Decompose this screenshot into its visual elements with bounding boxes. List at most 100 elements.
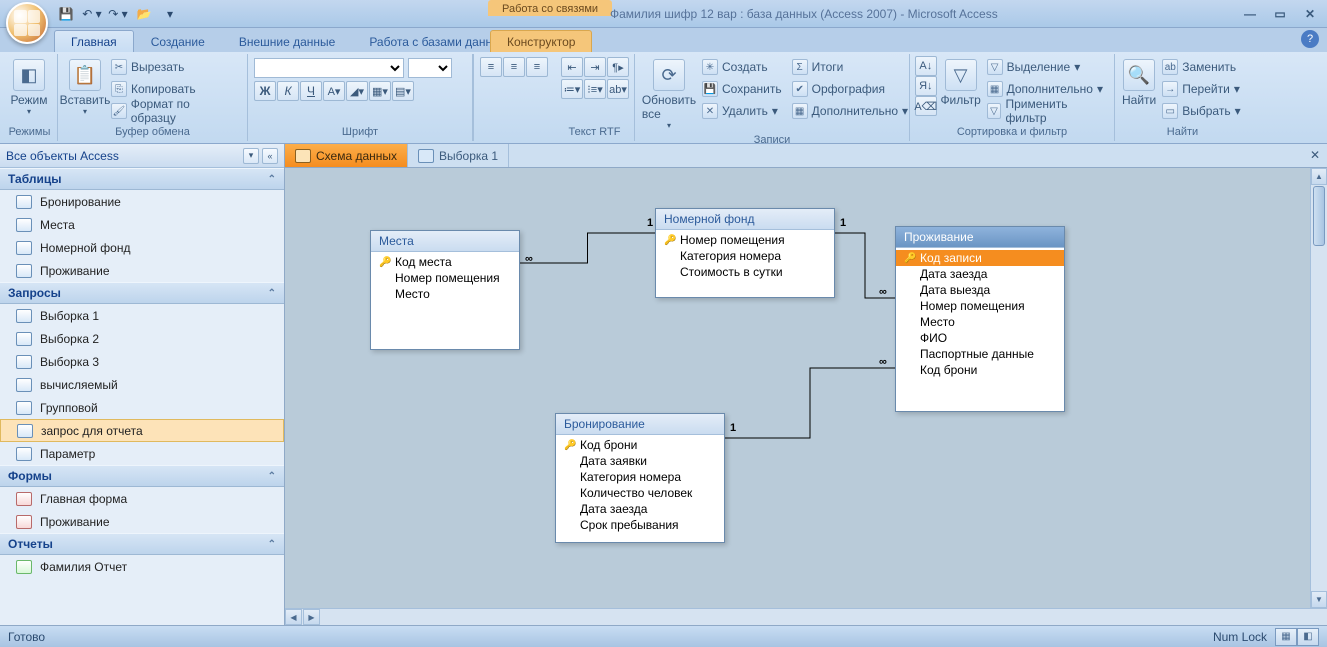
select-button[interactable]: ▭Выбрать ▾ bbox=[1159, 100, 1247, 122]
scroll-up-icon[interactable]: ▲ bbox=[1311, 168, 1327, 185]
bold-button[interactable]: Ж bbox=[254, 81, 276, 101]
scroll-thumb[interactable] bbox=[1313, 186, 1325, 246]
entity-field[interactable]: Номер помещения bbox=[896, 298, 1064, 314]
nav-item[interactable]: Проживание bbox=[0, 259, 284, 282]
entity-field[interactable]: Стоимость в сутки bbox=[656, 264, 834, 280]
format-painter-button[interactable]: 🖌Формат по образцу bbox=[108, 100, 243, 122]
ltr-button[interactable]: ¶▸ bbox=[607, 57, 629, 77]
numbering-button[interactable]: ⁝≡▾ bbox=[584, 79, 606, 99]
entity-field[interactable]: Категория номера bbox=[556, 469, 724, 485]
paste-button[interactable]: 📋 Вставить▾ bbox=[62, 56, 108, 119]
entity-box[interactable]: Бронирование 🔑Код брониДата заявкиКатегор… bbox=[555, 413, 725, 543]
delete-record-button[interactable]: ✕Удалить ▾ bbox=[699, 100, 789, 122]
nav-collapse-icon[interactable]: « bbox=[262, 148, 278, 164]
office-button[interactable] bbox=[6, 2, 48, 44]
entity-field[interactable]: Дата выезда bbox=[896, 282, 1064, 298]
nav-group-header[interactable]: Таблицы⌃ bbox=[0, 168, 284, 190]
totals-button[interactable]: ΣИтоги bbox=[789, 56, 915, 78]
qat-customize-icon[interactable]: ▾ bbox=[160, 4, 180, 24]
doc-tab[interactable]: Выборка 1 bbox=[408, 144, 509, 167]
view-datasheet-button[interactable]: ▦ bbox=[1275, 628, 1297, 646]
nav-pane-header[interactable]: Все объекты Access ▾ « bbox=[0, 144, 284, 168]
entity-field[interactable]: Место bbox=[371, 286, 519, 302]
relationships-canvas[interactable]: Места🔑Код местаНомер помещенияМестоНомер… bbox=[285, 168, 1327, 625]
entity-box[interactable]: Места🔑Код местаНомер помещенияМесто bbox=[370, 230, 520, 350]
nav-item[interactable]: запрос для отчета bbox=[0, 419, 284, 442]
nav-group-header[interactable]: Запросы⌃ bbox=[0, 282, 284, 304]
entity-header[interactable]: Проживание bbox=[896, 227, 1064, 248]
selection-filter-button[interactable]: ▽Выделение ▾ bbox=[984, 56, 1110, 78]
gridlines-button[interactable]: ▦▾ bbox=[369, 81, 391, 101]
find-button[interactable]: 🔍 Найти bbox=[1119, 56, 1159, 110]
entity-field[interactable]: Срок пребывания bbox=[556, 517, 724, 533]
entity-box[interactable]: Номерной фонд🔑Номер помещенияКатегория н… bbox=[655, 208, 835, 298]
align-left-button[interactable]: ≡ bbox=[480, 57, 502, 77]
entity-field[interactable]: 🔑Код места bbox=[371, 254, 519, 270]
nav-item[interactable]: Выборка 1 bbox=[0, 304, 284, 327]
replace-button[interactable]: abЗаменить bbox=[1159, 56, 1247, 78]
undo-icon[interactable]: ↶ ▾ bbox=[82, 4, 102, 24]
entity-field[interactable]: 🔑Код записи bbox=[896, 250, 1064, 266]
indent-inc-button[interactable]: ⇥ bbox=[584, 57, 606, 77]
cut-button[interactable]: ✂Вырезать bbox=[108, 56, 243, 78]
entity-field[interactable]: Код брони bbox=[896, 362, 1064, 378]
entity-field[interactable]: Паспортные данные bbox=[896, 346, 1064, 362]
alt-color-button[interactable]: ▤▾ bbox=[392, 81, 414, 101]
nav-group-header[interactable]: Формы⌃ bbox=[0, 465, 284, 487]
entity-field[interactable]: Дата заезда bbox=[556, 501, 724, 517]
new-record-button[interactable]: ✳Создать bbox=[699, 56, 789, 78]
close-doc-button[interactable]: ✕ bbox=[1307, 148, 1323, 164]
entity-header[interactable]: Бронирование bbox=[556, 414, 724, 435]
align-right-button[interactable]: ≡ bbox=[526, 57, 548, 77]
bullets-button[interactable]: ≔▾ bbox=[561, 79, 583, 99]
nav-item[interactable]: Выборка 2 bbox=[0, 327, 284, 350]
spelling-button[interactable]: ✔Орфография bbox=[789, 78, 915, 100]
save-icon[interactable]: 💾 bbox=[56, 4, 76, 24]
entity-header[interactable]: Места bbox=[371, 231, 519, 252]
font-name-select[interactable] bbox=[254, 58, 404, 78]
tab-external[interactable]: Внешние данные bbox=[222, 30, 353, 52]
close-button[interactable]: ✕ bbox=[1299, 5, 1321, 23]
scroll-right-icon[interactable]: ▶ bbox=[303, 609, 320, 625]
entity-field[interactable]: Дата заявки bbox=[556, 453, 724, 469]
more-records-button[interactable]: ▦Дополнительно ▾ bbox=[789, 100, 915, 122]
refresh-all-button[interactable]: ⟳ Обновить все▾ bbox=[639, 56, 699, 133]
nav-item[interactable]: Проживание bbox=[0, 510, 284, 533]
save-record-button[interactable]: 💾Сохранить bbox=[699, 78, 789, 100]
scroll-left-icon[interactable]: ◀ bbox=[285, 609, 302, 625]
nav-item[interactable]: вычисляемый bbox=[0, 373, 284, 396]
font-size-select[interactable] bbox=[408, 58, 452, 78]
view-design-button[interactable]: ◧ bbox=[1297, 628, 1319, 646]
entity-field[interactable]: ФИО bbox=[896, 330, 1064, 346]
nav-group-header[interactable]: Отчеты⌃ bbox=[0, 533, 284, 555]
entity-field[interactable]: Количество человек bbox=[556, 485, 724, 501]
nav-item[interactable]: Места bbox=[0, 213, 284, 236]
entity-field[interactable]: Дата заезда bbox=[896, 266, 1064, 282]
entity-field[interactable]: Место bbox=[896, 314, 1064, 330]
nav-item[interactable]: Выборка 3 bbox=[0, 350, 284, 373]
vertical-scrollbar[interactable]: ▲ ▼ bbox=[1310, 168, 1327, 608]
tab-constructor[interactable]: Конструктор bbox=[490, 30, 592, 52]
font-color-button[interactable]: A▾ bbox=[323, 81, 345, 101]
scroll-down-icon[interactable]: ▼ bbox=[1311, 591, 1327, 608]
entity-header[interactable]: Номерной фонд bbox=[656, 209, 834, 230]
tab-create[interactable]: Создание bbox=[134, 30, 222, 52]
nav-item[interactable]: Фамилия Отчет bbox=[0, 555, 284, 578]
nav-item[interactable]: Групповой bbox=[0, 396, 284, 419]
fill-color-button[interactable]: ◢▾ bbox=[346, 81, 368, 101]
indent-dec-button[interactable]: ⇤ bbox=[561, 57, 583, 77]
nav-dropdown-icon[interactable]: ▾ bbox=[243, 148, 259, 164]
entity-field[interactable]: Категория номера bbox=[656, 248, 834, 264]
doc-tab[interactable]: Схема данных bbox=[285, 144, 408, 167]
maximize-button[interactable]: ▭ bbox=[1269, 5, 1291, 23]
entity-field[interactable]: 🔑Код брони bbox=[556, 437, 724, 453]
nav-item[interactable]: Главная форма bbox=[0, 487, 284, 510]
toggle-filter-button[interactable]: ▽Применить фильтр bbox=[984, 100, 1110, 122]
underline-button[interactable]: Ч bbox=[300, 81, 322, 101]
goto-button[interactable]: →Перейти ▾ bbox=[1159, 78, 1247, 100]
open-icon[interactable]: 📂 bbox=[134, 4, 154, 24]
italic-button[interactable]: К bbox=[277, 81, 299, 101]
view-button[interactable]: ◧ Режим▾ bbox=[6, 56, 52, 119]
align-center-button[interactable]: ≡ bbox=[503, 57, 525, 77]
filter-button[interactable]: ▽ Фильтр bbox=[938, 56, 984, 110]
